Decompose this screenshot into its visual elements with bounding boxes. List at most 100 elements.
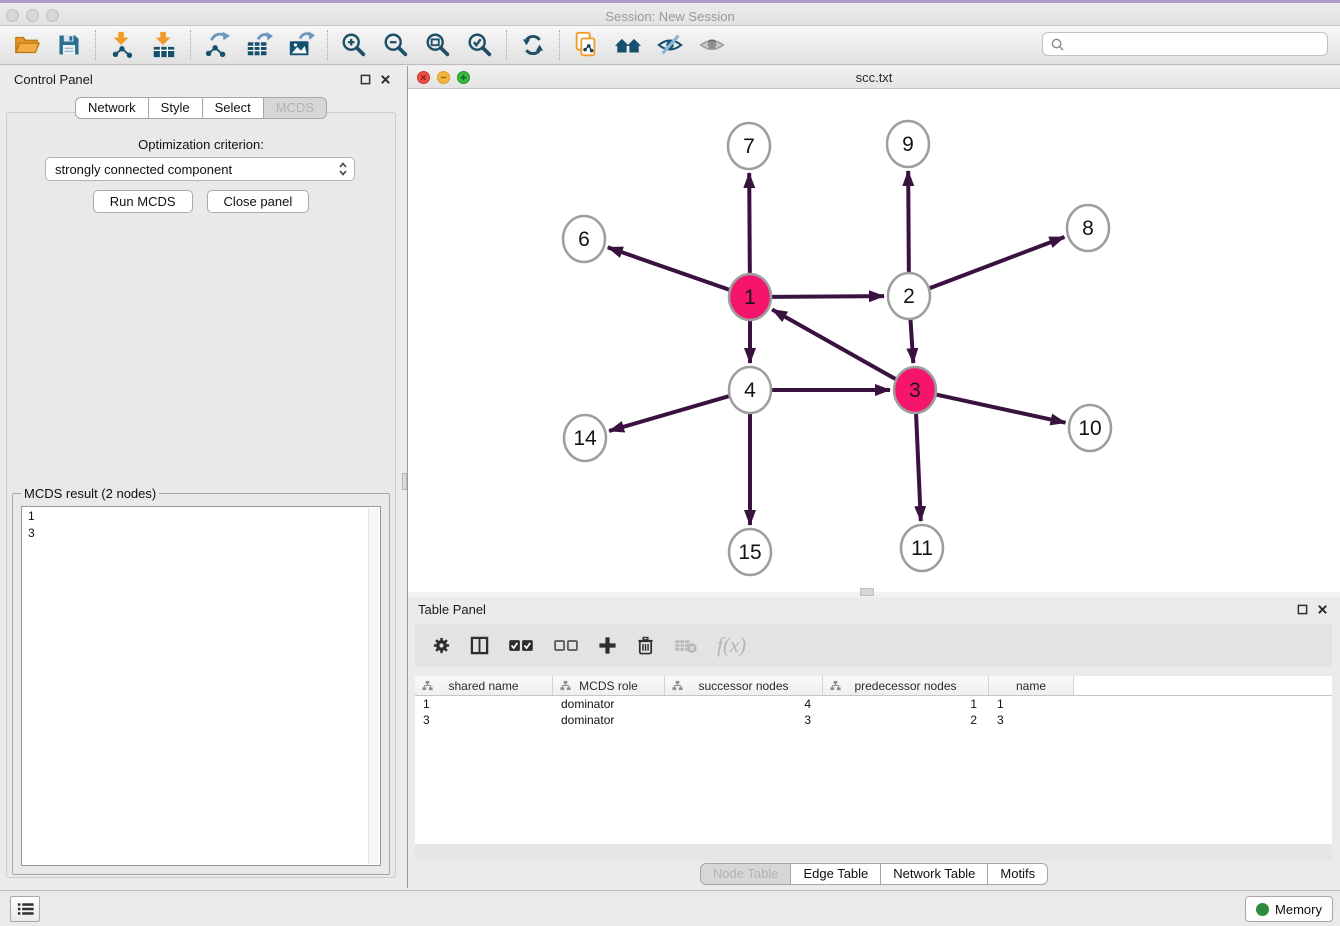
open-session-icon[interactable] [6, 28, 48, 62]
table-panel-title: Table Panel [418, 602, 486, 617]
close-panel-icon[interactable] [1315, 602, 1329, 616]
column-header-name[interactable]: name [989, 676, 1074, 695]
float-panel-icon[interactable] [1295, 602, 1309, 616]
zoom-in-icon[interactable] [333, 28, 375, 62]
mcds-result-legend: MCDS result (2 nodes) [21, 486, 159, 501]
tab-style[interactable]: Style [149, 97, 203, 119]
network-window-title-bar[interactable]: scc.txt [408, 66, 1340, 89]
status-bar: Memory [0, 890, 1340, 926]
search-input[interactable] [1070, 36, 1327, 53]
graph-edge-3-11[interactable] [916, 413, 921, 521]
table-cell[interactable]: 1 [823, 696, 989, 712]
result-scrollbar[interactable] [368, 508, 379, 864]
graph-node-9[interactable]: 9 [887, 121, 929, 167]
graph-node-15[interactable]: 15 [729, 529, 771, 575]
table-cell[interactable]: 1 [989, 696, 1074, 712]
session-title: Session: New Session [0, 9, 1340, 24]
tab-network[interactable]: Network [75, 97, 149, 119]
graph-edge-2-3[interactable] [910, 319, 913, 363]
task-history-button[interactable] [10, 896, 40, 922]
column-header-mcds-role[interactable]: MCDS role [553, 676, 665, 695]
graph-edge-1-2[interactable] [771, 296, 884, 297]
tab-edge-table[interactable]: Edge Table [791, 863, 881, 885]
table-row[interactable]: 1dominator411 [415, 696, 1332, 712]
table-cell[interactable]: dominator [553, 696, 665, 712]
column-settings-gear-icon[interactable] [432, 636, 451, 655]
graph-node-label: 1 [744, 286, 756, 309]
graph-node-3[interactable]: 3 [894, 367, 936, 413]
splitter-grip[interactable] [860, 588, 874, 596]
graph-node-10[interactable]: 10 [1069, 405, 1111, 451]
table-cell[interactable]: 4 [665, 696, 823, 712]
deselect-all-checkbox-icon[interactable] [553, 638, 579, 653]
header-filler [1074, 676, 1332, 695]
graph-node-7[interactable]: 7 [728, 123, 770, 169]
graph-edge-2-8[interactable] [929, 237, 1065, 289]
home-icon[interactable] [607, 28, 649, 62]
graph-edge-3-10[interactable] [936, 394, 1066, 422]
graph-node-1[interactable]: 1 [729, 274, 771, 320]
delete-row-trash-icon[interactable] [636, 636, 655, 655]
hide-selected-eye-icon[interactable] [649, 28, 691, 62]
select-all-checkbox-icon[interactable] [508, 638, 534, 653]
column-header-shared-name[interactable]: shared name [415, 676, 553, 695]
graph-node-2[interactable]: 2 [888, 273, 930, 319]
memory-button[interactable]: Memory [1245, 896, 1333, 922]
export-network-icon[interactable] [196, 28, 238, 62]
table-cell[interactable]: 3 [989, 712, 1074, 728]
tree-icon [830, 680, 841, 691]
os-title-bar: Session: New Session [0, 0, 1340, 26]
tab-motifs[interactable]: Motifs [988, 863, 1048, 885]
graph-node-label: 15 [738, 541, 761, 564]
graph-edge-1-6[interactable] [608, 247, 730, 290]
toggle-panel-columns-icon[interactable] [470, 636, 489, 655]
graph-node-11[interactable]: 11 [901, 525, 943, 571]
column-header-successor-nodes[interactable]: successor nodes [665, 676, 823, 695]
graph-edge-4-14[interactable] [609, 396, 730, 431]
table-toolbar: f(x) [415, 624, 1332, 667]
table-cell[interactable]: dominator [553, 712, 665, 728]
graph-node-label: 3 [909, 379, 921, 402]
graph-edge-1-7[interactable] [749, 173, 750, 274]
cyndex-icon[interactable] [565, 28, 607, 62]
export-image-icon[interactable] [280, 28, 322, 62]
close-panel-icon[interactable] [378, 72, 392, 86]
float-panel-icon[interactable] [358, 72, 372, 86]
table-cell[interactable]: 1 [415, 696, 553, 712]
splitter-grip[interactable] [402, 473, 407, 490]
zoom-out-icon[interactable] [375, 28, 417, 62]
graph-node-8[interactable]: 8 [1067, 205, 1109, 251]
graph-edge-2-9[interactable] [908, 171, 909, 273]
table-cell[interactable]: 3 [665, 712, 823, 728]
table-scroll-strip[interactable] [415, 844, 1332, 861]
import-table-icon[interactable] [143, 28, 185, 62]
network-graph[interactable]: 7 9 6 8 1 2 4 3 14 10 15 11 [408, 89, 1340, 592]
graph-node-14[interactable]: 14 [564, 415, 606, 461]
zoom-selected-icon[interactable] [459, 28, 501, 62]
tab-node-table[interactable]: Node Table [700, 863, 792, 885]
refresh-icon[interactable] [512, 28, 554, 62]
run-mcds-button[interactable]: Run MCDS [93, 190, 193, 213]
tab-network-table[interactable]: Network Table [881, 863, 988, 885]
show-all-eye-icon[interactable] [691, 28, 733, 62]
graph-node-6[interactable]: 6 [563, 216, 605, 262]
tab-select[interactable]: Select [203, 97, 264, 119]
mcds-result-textarea[interactable]: 1 3 [21, 506, 381, 866]
search-field[interactable] [1042, 32, 1328, 56]
add-row-plus-icon[interactable] [598, 636, 617, 655]
close-panel-button[interactable]: Close panel [207, 190, 310, 213]
graph-node-4[interactable]: 4 [729, 367, 771, 413]
tab-mcds[interactable]: MCDS [264, 97, 327, 119]
table-row[interactable]: 3dominator323 [415, 712, 1332, 728]
column-header-predecessor-nodes[interactable]: predecessor nodes [823, 676, 989, 695]
delete-table-icon [674, 637, 698, 654]
graph-edge-3-1[interactable] [772, 309, 896, 379]
table-cell[interactable]: 2 [823, 712, 989, 728]
network-view-window: scc.txt 7 9 6 8 1 2 4 3 14 10 15 11 [408, 66, 1340, 592]
zoom-fit-icon[interactable] [417, 28, 459, 62]
import-network-icon[interactable] [101, 28, 143, 62]
table-cell[interactable]: 3 [415, 712, 553, 728]
criterion-dropdown[interactable]: strongly connected component [45, 157, 355, 181]
save-session-icon[interactable] [48, 28, 90, 62]
export-table-icon[interactable] [238, 28, 280, 62]
